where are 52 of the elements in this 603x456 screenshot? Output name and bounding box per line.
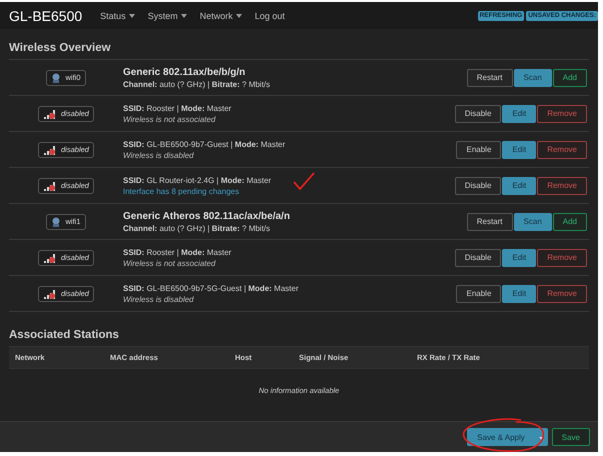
save-apply-button[interactable]: Save & Apply <box>467 428 535 446</box>
network-title: SSID: GL-BE6500-9b7-5G-Guest | Mode: Master <box>123 284 298 293</box>
action-button[interactable]: Edit <box>502 104 536 123</box>
action-button[interactable]: Disable <box>454 248 502 267</box>
action-button[interactable]: Remove <box>537 104 587 123</box>
signal-disabled-icon <box>43 180 58 191</box>
action-button[interactable]: Remove <box>537 176 587 195</box>
network-status: Wireless is not associated <box>123 258 216 268</box>
network-title: SSID: Rooster | Mode: Master <box>123 104 232 113</box>
radio-icon <box>51 72 62 83</box>
signal-disabled-icon <box>43 108 58 119</box>
action-button[interactable]: Remove <box>537 140 587 159</box>
network-status: Wireless is disabled <box>123 150 195 160</box>
action-button[interactable]: Edit <box>502 176 536 195</box>
action-button[interactable]: Edit <box>502 248 536 267</box>
menu-item[interactable]: Network <box>200 10 242 21</box>
device-title: Generic 802.11ax/be/b/g/n <box>123 66 246 78</box>
device-info: Channel: auto (? GHz) | Bitrate: ? Mbit/s <box>123 224 272 233</box>
action-button[interactable]: Remove <box>537 284 587 303</box>
action-button[interactable]: Enable <box>456 140 502 159</box>
section-title: Wireless Overview <box>9 42 112 54</box>
action-button[interactable]: Restart <box>466 68 513 87</box>
device-title: Generic Atheros 802.11ac/ax/be/a/n <box>123 210 290 222</box>
signal-disabled-icon <box>43 252 58 263</box>
action-button[interactable]: Edit <box>502 140 536 159</box>
menu-item[interactable]: Status <box>100 10 135 21</box>
action-button[interactable]: Disable <box>454 104 502 123</box>
action-button[interactable]: Enable <box>456 284 502 303</box>
action-button[interactable]: Add <box>552 68 587 87</box>
signal-disabled-icon <box>43 144 58 155</box>
caret-icon <box>538 436 544 440</box>
action-button[interactable]: Scan <box>514 212 552 231</box>
network-status: Wireless is disabled <box>123 294 195 304</box>
network-title: SSID: Rooster | Mode: Master <box>123 248 232 257</box>
action-button[interactable]: Disable <box>454 176 502 195</box>
action-button[interactable]: Add <box>552 212 587 231</box>
network-status: Interface has 8 pending changes <box>123 186 240 196</box>
action-button[interactable]: Scan <box>514 68 552 87</box>
menu-item[interactable]: System <box>148 10 187 21</box>
brand-title: GL-BE6500 <box>9 8 82 24</box>
device-info: Channel: auto (? GHz) | Bitrate: ? Mbit/s <box>123 80 270 89</box>
action-button[interactable]: Restart <box>466 212 513 231</box>
menu-item[interactable]: Log out <box>254 10 285 21</box>
section-title: Associated Stations <box>9 329 120 342</box>
action-button[interactable]: Edit <box>502 284 536 303</box>
network-status: Wireless is not associated <box>123 114 216 124</box>
action-button[interactable]: Remove <box>537 248 587 267</box>
radio-icon <box>51 216 62 227</box>
signal-disabled-icon <box>43 288 58 299</box>
save-button[interactable]: Save <box>552 428 590 446</box>
network-title: SSID: GL-BE6500-9b7-Guest | Mode: Master <box>123 140 286 149</box>
network-title: SSID: GL Router-iot-2.4G | Mode: Master <box>123 176 272 185</box>
